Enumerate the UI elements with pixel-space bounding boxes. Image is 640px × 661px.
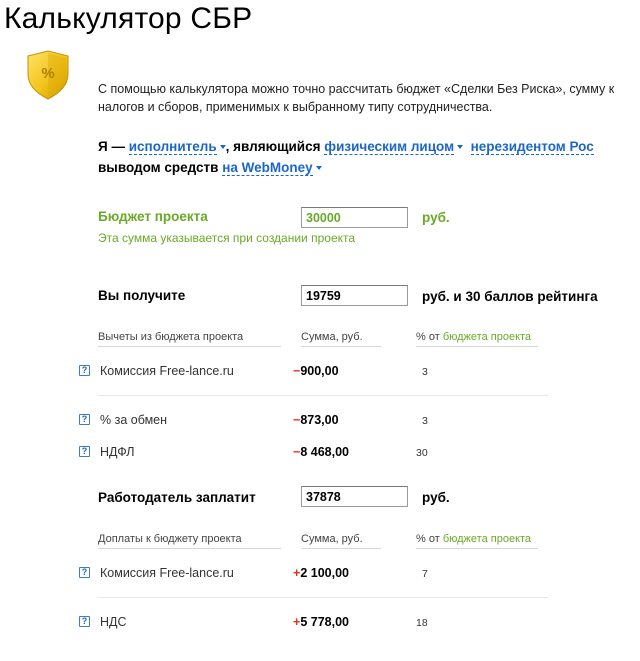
receive-unit: руб. и 30 баллов рейтинга [422, 289, 598, 304]
receive-label: Вы получите [98, 288, 186, 303]
additions-col-name: Доплаты к бюджету проекта [98, 533, 242, 545]
deduction-pct: 3 [422, 415, 428, 427]
help-icon[interactable]: ? [79, 616, 90, 627]
role-sentence: Я — исполнитель , являющийся физическим л… [98, 139, 594, 155]
deduction-amount-value: 8 468,00 [300, 445, 349, 459]
addition-amount: +5 778,00 [293, 615, 349, 629]
addition-amount-value: 2 100,00 [300, 566, 349, 580]
help-icon[interactable]: ? [79, 567, 90, 578]
svg-text:%: % [41, 65, 54, 82]
receive-input[interactable] [301, 285, 408, 306]
intro-text-line1: С помощью калькулятора можно точно рассч… [98, 82, 615, 96]
header-underline [98, 346, 281, 347]
addition-name: Комиссия Free-lance.ru [100, 566, 234, 580]
addition-pct: 18 [416, 617, 428, 629]
sentence-prefix: Я — [98, 139, 125, 154]
employer-input[interactable] [301, 486, 408, 507]
addition-name: НДС [100, 615, 127, 629]
header-underline [416, 346, 538, 347]
deductions-col-pct-prefix: % от [416, 331, 440, 343]
deduction-amount-value: 873,00 [300, 413, 339, 427]
header-underline [301, 346, 381, 347]
shield-percent-icon: % [27, 50, 69, 100]
withdraw-method-dropdown[interactable]: на WebMoney [222, 160, 313, 176]
role-dropdown[interactable]: исполнитель [128, 139, 217, 155]
addition-amount: +2 100,00 [293, 566, 349, 580]
help-icon[interactable]: ? [79, 365, 90, 376]
budget-unit: руб. [422, 210, 450, 225]
deduction-name: Комиссия Free-lance.ru [100, 364, 234, 378]
chevron-down-icon[interactable] [315, 166, 322, 171]
chevron-down-icon[interactable] [457, 145, 464, 150]
sentence-mid: , являющийся [225, 139, 321, 154]
budget-hint: Эта сумма указывается при создании проек… [98, 231, 356, 245]
help-icon[interactable]: ? [79, 446, 90, 457]
withdraw-sentence: выводом средств на WebMoney [98, 160, 322, 176]
addition-pct: 7 [422, 568, 428, 580]
deductions-col-sum: Сумма, руб. [301, 331, 363, 343]
help-icon[interactable]: ? [79, 414, 90, 425]
budget-input[interactable] [301, 207, 408, 228]
header-underline [416, 548, 538, 549]
deductions-col-pct: % от бюджета проекта [416, 331, 531, 343]
deductions-col-name: Вычеты из бюджета проекта [98, 331, 244, 343]
header-underline [301, 548, 381, 549]
deduction-amount-value: 900,00 [300, 364, 339, 378]
deduction-amount: −900,00 [293, 364, 339, 378]
deduction-amount: −8 468,00 [293, 445, 349, 459]
deduction-amount: −873,00 [293, 413, 339, 427]
employer-label: Работодатель заплатит [98, 490, 256, 505]
page-title: Калькулятор СБР [4, 2, 253, 35]
row-divider [98, 597, 548, 598]
residency-dropdown[interactable]: нерезидентом Рос [470, 139, 594, 155]
budget-label: Бюджет проекта [98, 209, 208, 224]
additions-col-sum: Сумма, руб. [301, 533, 363, 545]
budget-link[interactable]: бюджета проекта [443, 533, 531, 545]
row-divider [98, 395, 548, 396]
intro-text-line2: налогов и сборов, применимых к выбранном… [98, 100, 493, 114]
deduction-name: НДФЛ [100, 445, 135, 459]
addition-amount-value: 5 778,00 [300, 615, 349, 629]
additions-col-pct: % от бюджета проекта [416, 533, 531, 545]
person-type-dropdown[interactable]: физическим лицом [324, 139, 455, 155]
deduction-pct: 30 [416, 447, 428, 459]
budget-link[interactable]: бюджета проекта [443, 331, 531, 343]
withdraw-label: выводом средств [98, 160, 219, 175]
deduction-name: % за обмен [100, 413, 168, 427]
additions-col-pct-prefix: % от [416, 533, 440, 545]
header-underline [98, 548, 281, 549]
deduction-pct: 3 [422, 366, 428, 378]
employer-unit: руб. [422, 490, 450, 505]
